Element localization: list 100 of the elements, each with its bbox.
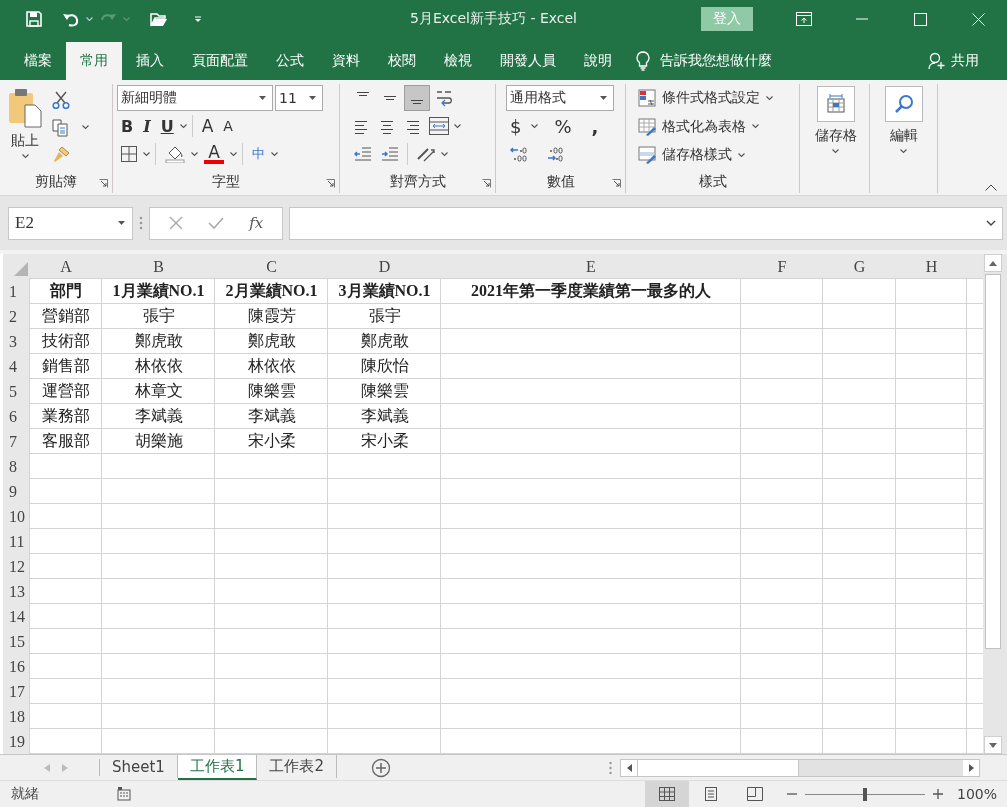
caret-icon[interactable] [230,151,237,157]
column-header[interactable]: G [823,254,896,279]
caret-icon[interactable] [832,149,839,154]
name-box[interactable]: E2 [8,206,133,240]
ribbon-display-options-icon[interactable] [796,12,812,26]
increase-font-size-button[interactable]: A [197,113,218,139]
collapse-ribbon-icon[interactable] [985,184,997,191]
caret-icon[interactable] [441,151,448,157]
column-header[interactable]: B [102,254,215,279]
underline-button[interactable]: U [156,113,178,139]
sheet-tab[interactable]: Sheet1 [100,755,178,778]
format-as-table-button[interactable]: 格式化為表格 [638,112,773,141]
share-button[interactable]: 共用 [951,52,979,70]
save-icon[interactable] [26,11,42,27]
dropdown-arrow-icon[interactable] [309,96,316,100]
row-header[interactable]: 14 [3,604,30,629]
cell-styles-button[interactable]: 儲存格樣式 [638,141,773,169]
font-size-dropdown[interactable]: 11 [275,85,323,111]
percent-button[interactable]: % [550,112,576,140]
row-header[interactable]: 7 [3,429,30,454]
column-header[interactable]: D [328,254,441,279]
row-header[interactable]: 17 [3,679,30,704]
dropdown-arrow-icon[interactable] [118,221,125,225]
caret-icon[interactable] [531,123,539,129]
font-name-dropdown[interactable]: 新細明體 [117,85,273,111]
row-header[interactable]: 3 [3,329,30,354]
horizontal-scrollbar-thumb[interactable] [637,759,799,776]
caret-icon[interactable] [900,149,907,154]
caret-icon[interactable] [738,152,745,158]
zoom-level[interactable]: 100% [956,786,997,802]
row-header[interactable]: 6 [3,404,30,429]
font-color-button[interactable]: A [200,143,228,165]
ribbon-tab[interactable]: 資料 [318,42,374,80]
row-header[interactable]: 11 [3,529,30,554]
scroll-right-button[interactable] [963,759,979,776]
undo-icon[interactable] [62,11,80,27]
dialog-launcher-icon[interactable] [99,179,108,188]
editing-button[interactable]: 編輯 [888,126,919,155]
maximize-icon[interactable] [913,12,927,26]
check-icon[interactable] [208,216,224,230]
person-add-icon[interactable] [928,52,946,70]
column-header[interactable]: F [741,254,823,279]
number-format-dropdown[interactable]: 通用格式 [506,85,614,111]
dialog-launcher-icon[interactable] [612,179,621,188]
dropdown-arrow-icon[interactable] [600,96,607,100]
sheet-tab[interactable]: 工作表2 [257,755,337,778]
caret-icon[interactable] [143,151,150,157]
insert-function-button[interactable]: fx [249,214,264,232]
paste-button[interactable]: 貼上 [4,84,48,171]
scroll-down-button[interactable] [984,736,1002,754]
scroll-left-button[interactable] [621,759,637,776]
zoom-in-icon[interactable] [932,789,943,799]
caret-icon[interactable] [454,123,461,129]
caret-icon[interactable] [21,154,29,159]
cells-button[interactable]: 儲存格 [813,126,858,155]
ribbon-tab[interactable]: 頁面配置 [178,42,262,80]
dialog-launcher-icon[interactable] [482,179,491,188]
horizontal-scrollbar[interactable] [620,758,980,777]
ribbon-tab[interactable]: 插入 [122,42,178,80]
tell-me-search[interactable]: 告訴我您想做什麼 [660,52,772,70]
scroll-up-button[interactable] [984,254,1002,272]
currency-button[interactable]: $ [506,112,526,140]
caret-icon[interactable] [271,151,278,157]
bottom-align-button[interactable] [404,85,430,111]
caret-icon[interactable] [179,123,187,129]
close-icon[interactable] [971,12,985,26]
decrease-font-size-button[interactable]: A [219,115,237,137]
column-header[interactable]: H [896,254,967,279]
row-header[interactable]: 8 [3,454,30,479]
column-header[interactable]: E [441,254,741,279]
phonetic-guide-button[interactable]: 中 [248,142,269,166]
dropdown-arrow-icon[interactable] [259,96,266,100]
lightbulb-icon[interactable] [636,51,650,71]
macro-record-icon[interactable] [117,787,131,801]
bold-button[interactable]: B [117,113,138,139]
scrollbar-thumb[interactable] [985,274,1001,649]
row-header[interactable]: 4 [3,354,30,379]
ribbon-tab[interactable]: 校閱 [374,42,430,80]
normal-view-button[interactable] [644,781,689,807]
row-header[interactable]: 9 [3,479,30,504]
zoom-slider-thumb[interactable] [862,787,867,801]
dialog-launcher-icon[interactable] [326,179,335,188]
add-sheet-icon[interactable] [371,757,391,778]
customize-toolbar-icon[interactable] [194,15,202,23]
row-header[interactable]: 2 [3,304,30,329]
caret-icon[interactable] [752,124,759,129]
row-header[interactable]: 12 [3,554,30,579]
folder-icon[interactable] [150,11,168,27]
ribbon-tab[interactable]: 常用 [66,42,122,80]
row-header[interactable]: 1 [3,279,30,304]
row-header[interactable]: 19 [3,729,30,754]
ribbon-tab[interactable]: 檔案 [10,42,66,80]
caret-icon[interactable] [82,125,89,130]
expand-caret-icon[interactable] [986,220,996,226]
conditional-formatting-button[interactable]: 條件式格式設定 [638,84,773,112]
ribbon-tab[interactable]: 公式 [262,42,318,80]
formula-input[interactable] [289,206,1003,240]
row-header[interactable]: 15 [3,629,30,654]
italic-button[interactable]: I [139,113,155,139]
ribbon-tab[interactable]: 說明 [570,42,626,80]
